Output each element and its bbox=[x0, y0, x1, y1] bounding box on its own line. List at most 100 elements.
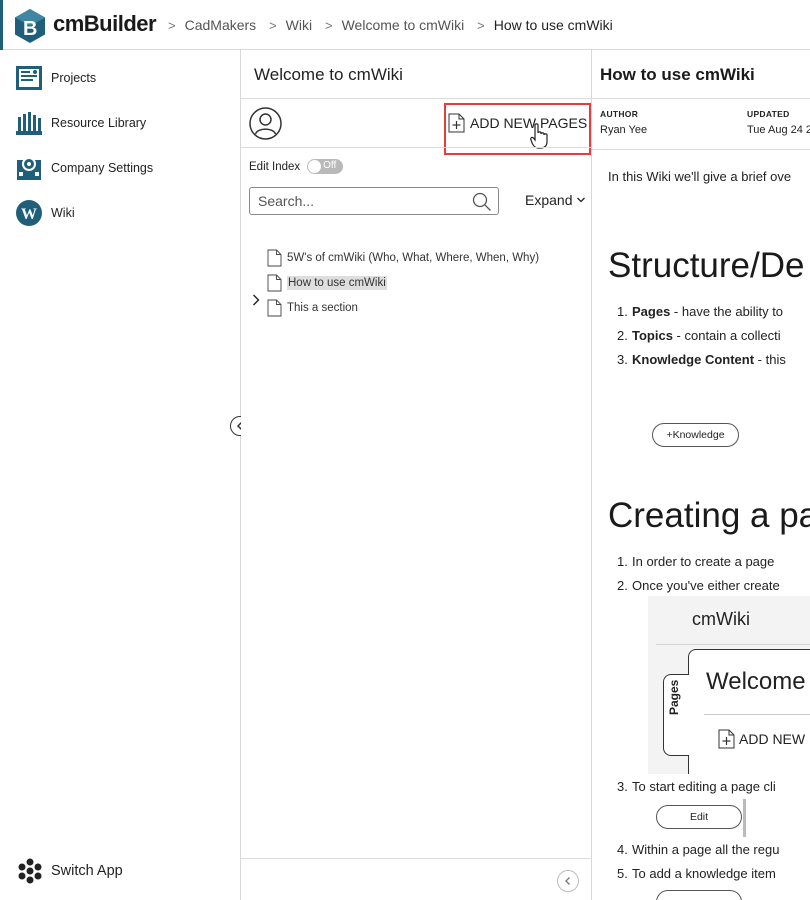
embedded-title: cmWiki bbox=[692, 609, 750, 629]
svg-text:W: W bbox=[21, 206, 37, 223]
list-number: 1. bbox=[617, 304, 628, 319]
article-panel: How to use cmWiki AUTHOR Ryan Yee UPDATE… bbox=[592, 50, 810, 900]
tree-item[interactable]: 5W's of cmWiki (Who, What, Where, When, … bbox=[267, 248, 539, 268]
nav-label-wiki: Wiki bbox=[51, 206, 75, 220]
divider bbox=[241, 147, 592, 148]
accent-strip bbox=[0, 0, 3, 50]
search-icon[interactable] bbox=[472, 192, 492, 212]
divider bbox=[704, 714, 810, 715]
projects-icon bbox=[16, 66, 42, 90]
list-item-text: In order to create a page bbox=[632, 554, 775, 569]
collapse-index-button[interactable] bbox=[557, 870, 579, 892]
switch-app-icon bbox=[18, 858, 42, 884]
list-item-text: Once you've either create bbox=[632, 578, 780, 593]
nav-item-projects[interactable]: Projects bbox=[15, 63, 96, 93]
nav-item-company-settings[interactable]: Company Settings bbox=[15, 153, 153, 183]
breadcrumb-cadmakers[interactable]: CadMakers bbox=[185, 17, 257, 33]
tree-item-label: This a section bbox=[287, 302, 358, 314]
divider bbox=[241, 858, 592, 859]
list-item-bold: Topics bbox=[632, 328, 673, 343]
expand-dropdown[interactable]: Expand bbox=[525, 192, 586, 208]
chevron-left-icon bbox=[565, 877, 570, 885]
list-item-text: - this bbox=[754, 352, 786, 367]
list-item-text: - have the ability to bbox=[670, 304, 784, 319]
search-input[interactable] bbox=[258, 193, 458, 209]
add-knowledge-button[interactable] bbox=[656, 890, 742, 900]
breadcrumb-welcome[interactable]: Welcome to cmWiki bbox=[342, 17, 465, 33]
list-item: 3. To start editing a page cli bbox=[617, 779, 776, 794]
updated-value: Tue Aug 24 2 bbox=[747, 124, 810, 136]
chevron-right-icon[interactable] bbox=[251, 293, 261, 307]
list-number: 1. bbox=[617, 554, 628, 569]
brand-name: cmBuilder bbox=[53, 11, 157, 36]
hand-cursor-icon bbox=[530, 123, 548, 149]
breadcrumb: > CadMakers > Wiki > Welcome to cmWiki > How… bbox=[168, 17, 613, 33]
list-item-bold: Pages bbox=[632, 304, 671, 319]
nav-item-wiki[interactable]: W Wiki bbox=[15, 198, 75, 228]
toggle-state-label: Off bbox=[323, 160, 337, 171]
embedded-welcome: Welcome bbox=[706, 668, 806, 695]
index-panel: Welcome to cmWiki ADD NEW PAGES Edit Ind… bbox=[241, 50, 592, 900]
tree-item[interactable]: This a section bbox=[267, 298, 358, 318]
embedded-tab-label: Pages bbox=[667, 679, 681, 715]
list-number: 5. bbox=[617, 866, 628, 881]
left-nav: Projects Resource Library Company Settin… bbox=[0, 50, 241, 900]
edit-button[interactable]: Edit bbox=[656, 805, 742, 829]
tree-item-selected[interactable]: How to use cmWiki bbox=[267, 273, 387, 293]
list-number: 3. bbox=[617, 779, 628, 794]
list-item: 1. In order to create a page bbox=[617, 554, 775, 569]
breadcrumb-wiki[interactable]: Wiki bbox=[286, 17, 312, 33]
edit-index-toggle[interactable]: Off bbox=[307, 159, 344, 174]
switch-app-button[interactable]: Switch App bbox=[17, 858, 123, 884]
author-label: AUTHOR bbox=[600, 109, 639, 119]
cmbuilder-logo-icon[interactable]: B bbox=[13, 8, 47, 44]
edit-index-row: Edit Index Off bbox=[249, 159, 344, 174]
list-item: 2. Once you've either create bbox=[617, 578, 780, 593]
section-heading: Structure/De bbox=[608, 246, 805, 285]
list-item: 1. Pages - have the ability to bbox=[617, 304, 784, 319]
company-settings-icon bbox=[17, 157, 41, 180]
switch-app-label: Switch App bbox=[51, 863, 123, 879]
add-page-icon bbox=[718, 729, 735, 749]
edit-index-label: Edit Index bbox=[249, 160, 301, 173]
embedded-add-label: ADD NEW bbox=[739, 731, 806, 747]
list-item: 4. Within a page all the regu bbox=[617, 842, 780, 857]
breadcrumb-current: How to use cmWiki bbox=[493, 17, 613, 33]
author-value: Ryan Yee bbox=[600, 124, 648, 136]
page-icon bbox=[267, 274, 282, 292]
library-icon bbox=[16, 112, 42, 135]
divider bbox=[592, 149, 810, 150]
toggle-knob bbox=[308, 160, 322, 173]
list-number: 3. bbox=[617, 352, 628, 367]
nav-label-resource-library: Resource Library bbox=[51, 116, 147, 130]
wiki-icon: W bbox=[16, 200, 42, 226]
divider bbox=[743, 799, 746, 837]
chevron-down-icon bbox=[577, 197, 586, 203]
list-item-bold: Knowledge Content bbox=[632, 352, 755, 367]
add-knowledge-button[interactable]: +Knowledge bbox=[652, 423, 739, 447]
page-icon bbox=[267, 299, 282, 317]
list-item-text: To start editing a page cli bbox=[632, 779, 776, 794]
list-number: 2. bbox=[617, 328, 628, 343]
list-item: 3. Knowledge Content - this bbox=[617, 352, 786, 367]
list-item-text: To add a knowledge item bbox=[632, 866, 776, 881]
tree-item-label: 5W's of cmWiki (Who, What, Where, When, … bbox=[287, 252, 540, 264]
list-item: 5. To add a knowledge item bbox=[617, 866, 776, 881]
avatar-icon[interactable] bbox=[249, 107, 282, 140]
search-box bbox=[249, 187, 499, 215]
section-heading: Creating a pa bbox=[608, 496, 810, 535]
svg-text:B: B bbox=[23, 18, 37, 40]
tree-item-label: How to use cmWiki bbox=[287, 276, 387, 290]
list-number: 2. bbox=[617, 578, 628, 593]
embedded-add-button: ADD NEW bbox=[718, 729, 805, 749]
divider bbox=[592, 98, 810, 99]
embedded-screenshot: cmWiki Pages Welcome ADD NEW bbox=[648, 596, 810, 774]
page-icon bbox=[267, 249, 282, 267]
article-intro: In this Wiki we'll give a brief ove bbox=[608, 169, 792, 184]
article-title: How to use cmWiki bbox=[600, 65, 755, 84]
embedded-pages-tab: Pages bbox=[663, 674, 689, 756]
nav-item-resource-library[interactable]: Resource Library bbox=[15, 108, 146, 138]
list-item-text: Within a page all the regu bbox=[632, 842, 780, 857]
index-title: Welcome to cmWiki bbox=[254, 65, 403, 84]
expand-label: Expand bbox=[525, 192, 573, 208]
